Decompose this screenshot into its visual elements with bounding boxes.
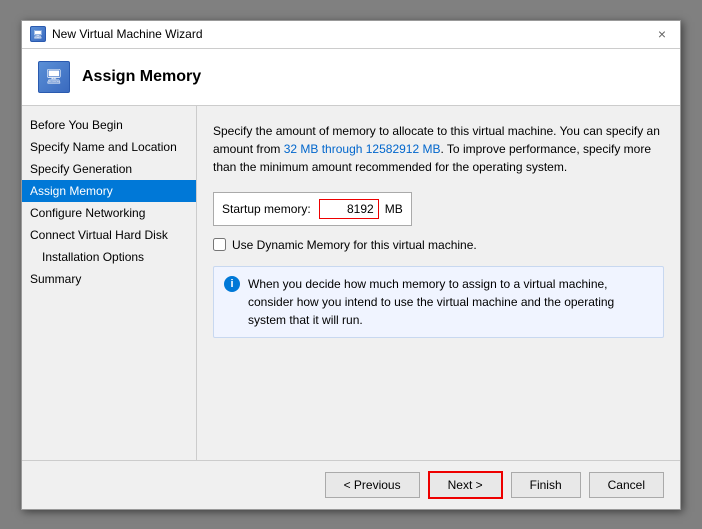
info-icon: i bbox=[224, 276, 240, 292]
wizard-window: 🖥 New Virtual Machine Wizard × 🖥 Assign … bbox=[21, 20, 681, 510]
memory-row: Startup memory: MB bbox=[213, 192, 412, 226]
dynamic-memory-label[interactable]: Use Dynamic Memory for this virtual mach… bbox=[232, 238, 477, 252]
dynamic-memory-checkbox[interactable] bbox=[213, 238, 226, 251]
sidebar-item-specify-generation[interactable]: Specify Generation bbox=[22, 158, 196, 180]
cancel-button[interactable]: Cancel bbox=[589, 472, 664, 498]
title-bar: 🖥 New Virtual Machine Wizard × bbox=[22, 21, 680, 49]
startup-memory-input[interactable] bbox=[319, 199, 379, 219]
finish-button[interactable]: Finish bbox=[511, 472, 581, 498]
footer: < Previous Next > Finish Cancel bbox=[22, 460, 680, 509]
dynamic-memory-row: Use Dynamic Memory for this virtual mach… bbox=[213, 238, 664, 252]
info-box: i When you decide how much memory to ass… bbox=[213, 266, 664, 338]
header-icon: 🖥 bbox=[38, 61, 70, 93]
memory-label: Startup memory: bbox=[222, 202, 311, 216]
page-title: Assign Memory bbox=[82, 68, 201, 86]
previous-button[interactable]: < Previous bbox=[325, 472, 420, 498]
window-title: New Virtual Machine Wizard bbox=[52, 27, 652, 41]
sidebar-item-assign-memory[interactable]: Assign Memory bbox=[22, 180, 196, 202]
memory-range-link: 32 MB through 12582912 MB bbox=[284, 142, 441, 156]
sidebar-item-specify-name-location[interactable]: Specify Name and Location bbox=[22, 136, 196, 158]
main-content: Before You Begin Specify Name and Locati… bbox=[22, 106, 680, 460]
close-button[interactable]: × bbox=[652, 24, 672, 44]
content-area: Specify the amount of memory to allocate… bbox=[197, 106, 680, 460]
page-header: 🖥 Assign Memory bbox=[22, 49, 680, 106]
sidebar-item-configure-networking[interactable]: Configure Networking bbox=[22, 202, 196, 224]
sidebar-item-connect-virtual-hard-disk[interactable]: Connect Virtual Hard Disk bbox=[22, 224, 196, 246]
sidebar-item-installation-options[interactable]: Installation Options bbox=[22, 246, 196, 268]
next-button[interactable]: Next > bbox=[428, 471, 503, 499]
sidebar-item-before-you-begin[interactable]: Before You Begin bbox=[22, 114, 196, 136]
window-icon: 🖥 bbox=[30, 26, 46, 42]
sidebar: Before You Begin Specify Name and Locati… bbox=[22, 106, 197, 460]
sidebar-item-summary[interactable]: Summary bbox=[22, 268, 196, 290]
memory-unit: MB bbox=[385, 202, 403, 216]
description-text: Specify the amount of memory to allocate… bbox=[213, 122, 664, 176]
info-text: When you decide how much memory to assig… bbox=[248, 275, 653, 329]
